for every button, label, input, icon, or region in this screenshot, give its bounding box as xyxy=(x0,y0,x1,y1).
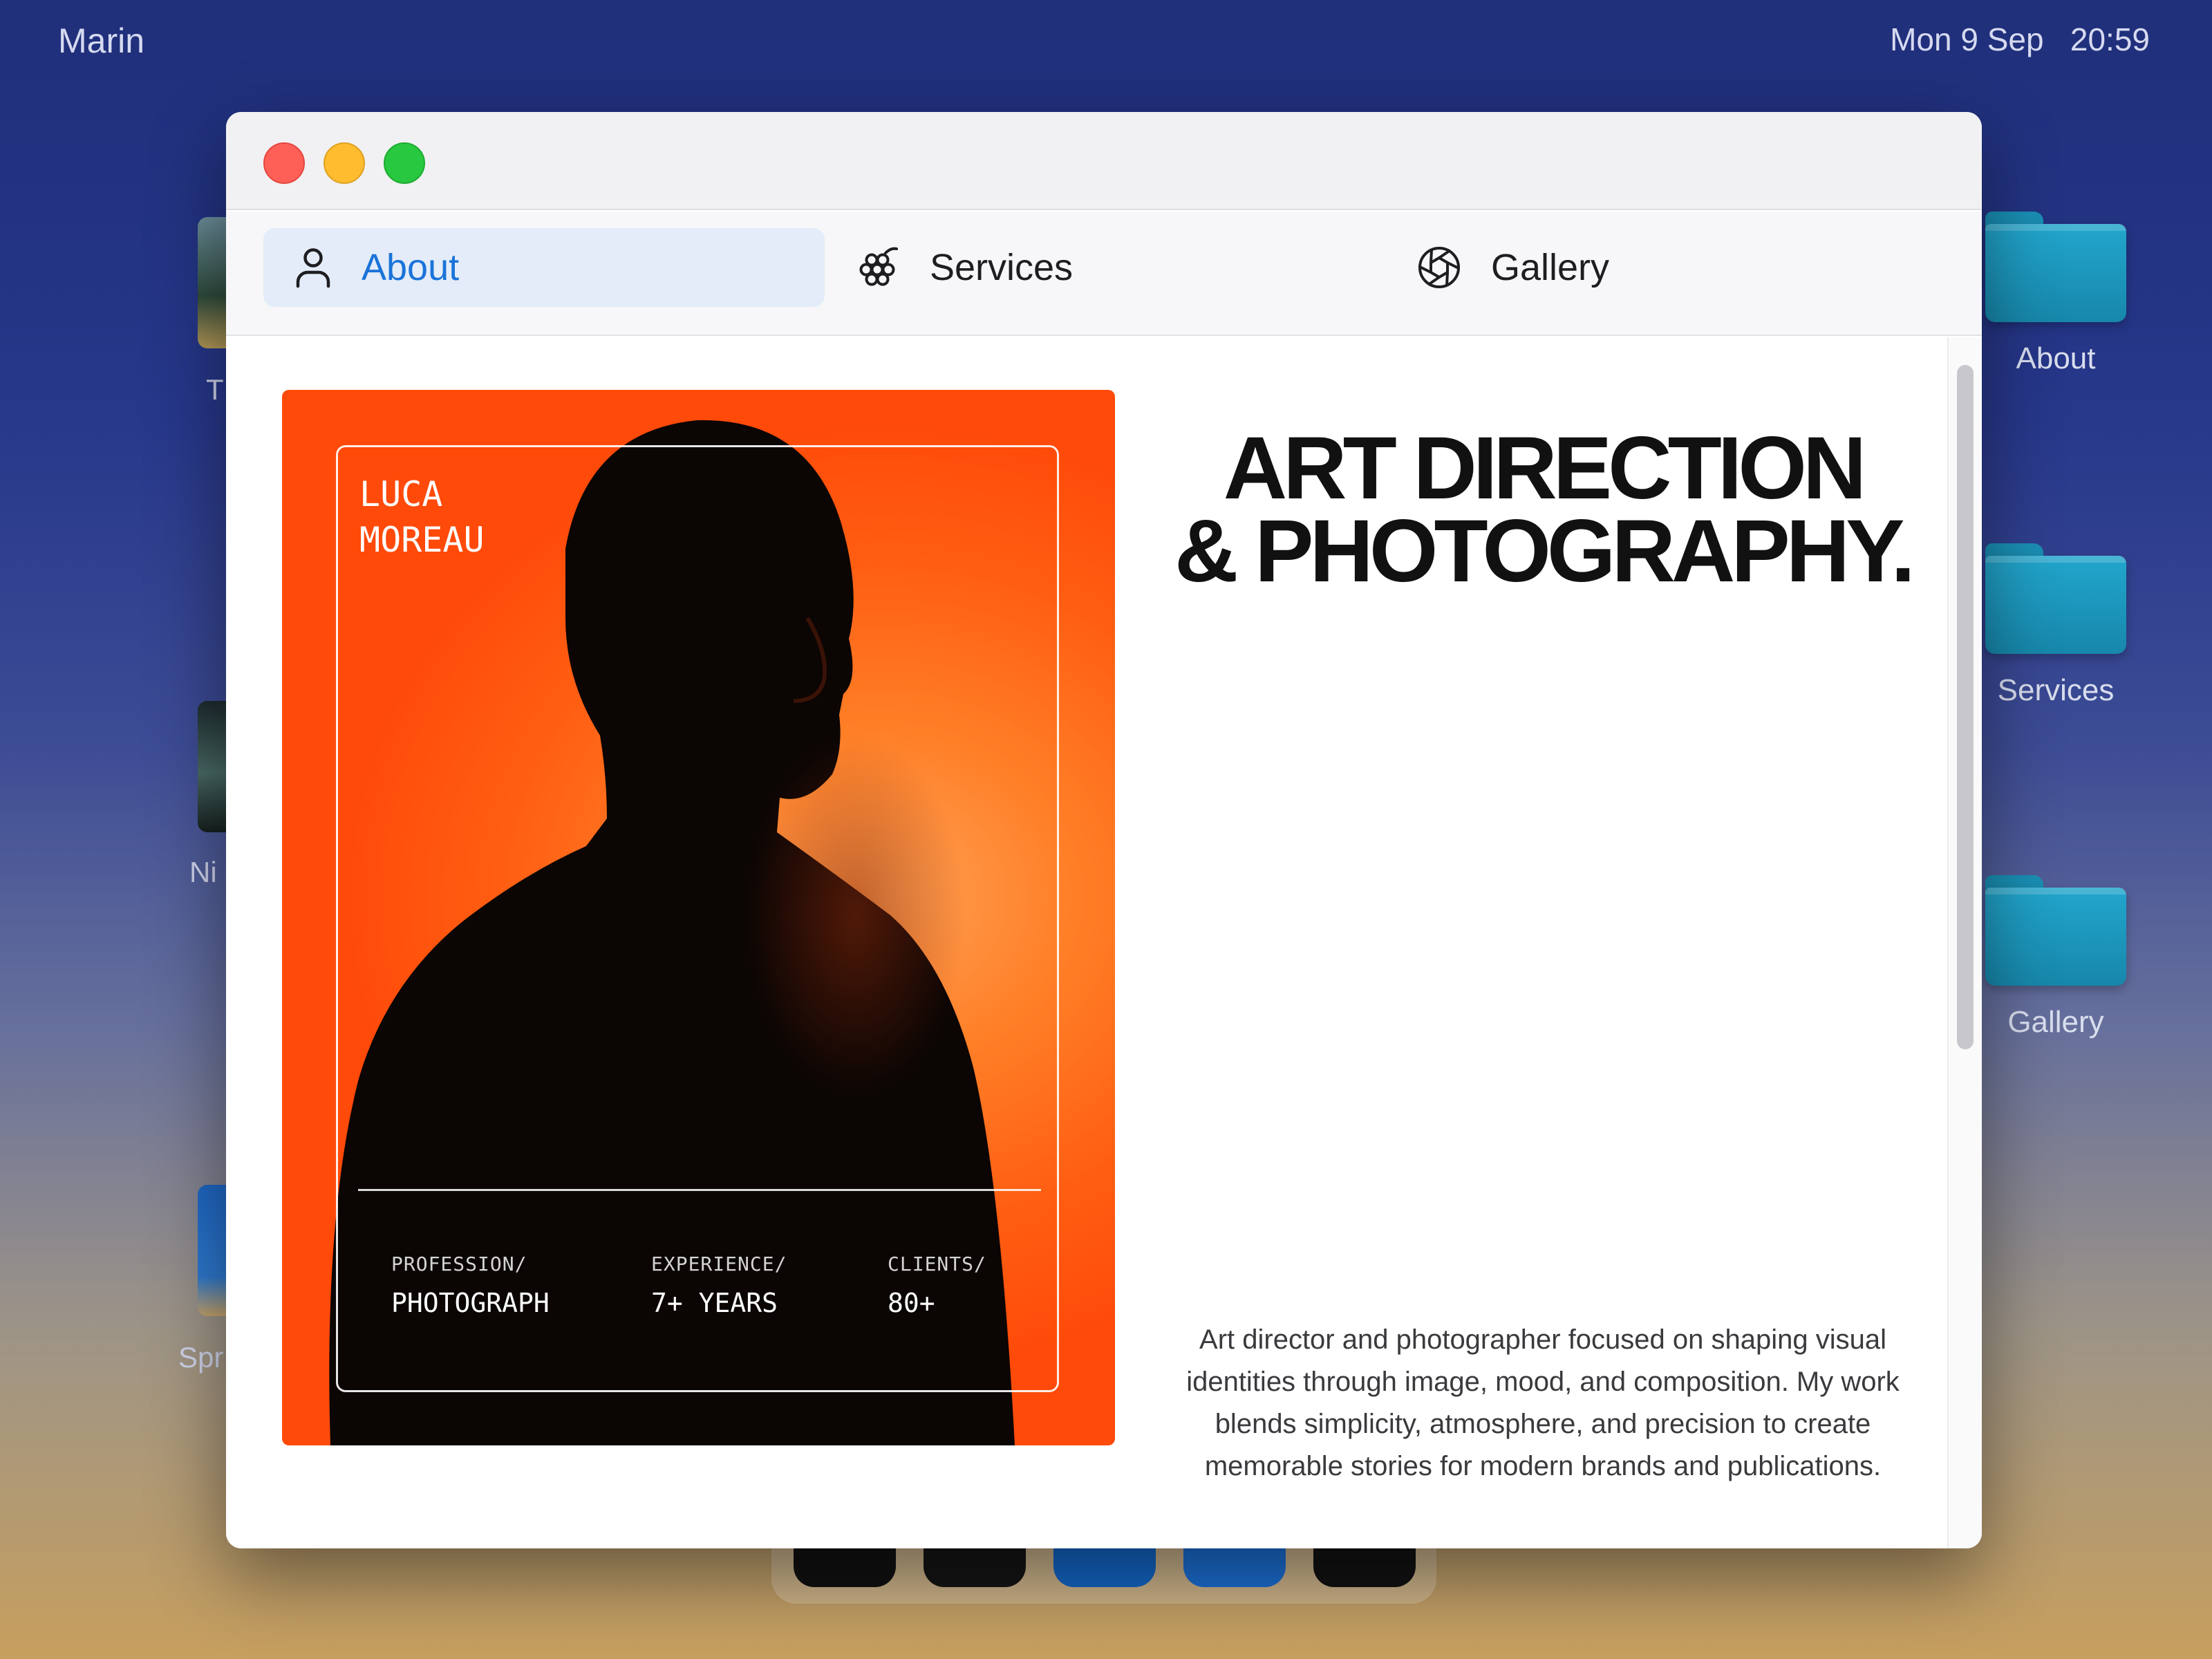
headline-line: & PHOTOGRAPHY. xyxy=(1174,502,1915,601)
scrollbar[interactable] xyxy=(1947,337,1982,1548)
tab-about[interactable]: About xyxy=(263,228,825,307)
minimize-button[interactable] xyxy=(324,142,365,184)
poster-last-name: MOREAU xyxy=(359,520,485,560)
bio-text: Art director and photographer focused on… xyxy=(1186,1324,1900,1481)
aperture-icon xyxy=(1418,247,1460,288)
stat-profession: PROFESSION/ PHOTOGRAPH xyxy=(391,1253,550,1318)
desktop-item-label: Spr xyxy=(178,1341,224,1374)
folder-label: About xyxy=(2016,341,2096,375)
desktop-folder-services[interactable]: Services xyxy=(1985,543,2126,708)
folder-label: Gallery xyxy=(2007,1005,2104,1039)
stat-clients: CLIENTS/ 80+ xyxy=(888,1253,986,1318)
folder-icon xyxy=(1985,543,2126,654)
folder-icon xyxy=(1985,875,2126,986)
stat-label: CLIENTS/ xyxy=(888,1253,986,1275)
tab-services[interactable]: Services xyxy=(825,228,1386,307)
stat-value: 7+ YEARS xyxy=(651,1288,778,1318)
headline-line: ART DIRECTION xyxy=(1223,419,1867,518)
tab-gallery[interactable]: Gallery xyxy=(1386,228,1947,307)
grapes-icon xyxy=(859,247,898,286)
window-titlebar[interactable] xyxy=(226,112,1982,210)
stat-value: PHOTOGRAPH xyxy=(391,1288,550,1318)
app-window: About Services Gallery LUCA MOREAU PROFE… xyxy=(226,112,1982,1548)
poster-name: LUCA MOREAU xyxy=(359,471,485,563)
stat-experience: EXPERIENCE/ 7+ YEARS xyxy=(651,1253,787,1318)
desktop-folder-about[interactable]: About xyxy=(1985,212,2126,376)
tab-label: Services xyxy=(930,247,1074,288)
tab-label: Gallery xyxy=(1491,247,1610,288)
tab-bar: About Services Gallery xyxy=(226,212,1982,336)
profile-poster: LUCA MOREAU PROFESSION/ PHOTOGRAPH EXPER… xyxy=(282,390,1115,1445)
close-button[interactable] xyxy=(263,142,305,184)
poster-divider xyxy=(358,1189,1041,1191)
person-icon xyxy=(296,248,330,288)
folder-label: Services xyxy=(1997,673,2115,707)
maximize-button[interactable] xyxy=(384,142,425,184)
scrollbar-thumb[interactable] xyxy=(1957,365,1974,1049)
desktop-item-label: T xyxy=(206,373,224,406)
poster-frame xyxy=(336,445,1059,1392)
page-headline: ART DIRECTION & PHOTOGRAPHY. xyxy=(1173,419,1915,601)
stat-label: EXPERIENCE/ xyxy=(651,1253,787,1275)
tab-label: About xyxy=(362,247,460,288)
stat-value: 80+ xyxy=(888,1288,935,1318)
folder-icon xyxy=(1985,212,2126,322)
desktop-folder-gallery[interactable]: Gallery xyxy=(1985,875,2126,1040)
stat-label: PROFESSION/ xyxy=(391,1253,527,1275)
menubar-clock[interactable]: Mon 9 Sep 20:59 xyxy=(1890,21,2150,58)
about-content: LUCA MOREAU PROFESSION/ PHOTOGRAPH EXPER… xyxy=(226,337,1947,1548)
menubar-app-name[interactable]: Marin xyxy=(58,21,144,61)
poster-first-name: LUCA xyxy=(359,474,443,514)
desktop-item-label: Ni xyxy=(189,856,217,888)
